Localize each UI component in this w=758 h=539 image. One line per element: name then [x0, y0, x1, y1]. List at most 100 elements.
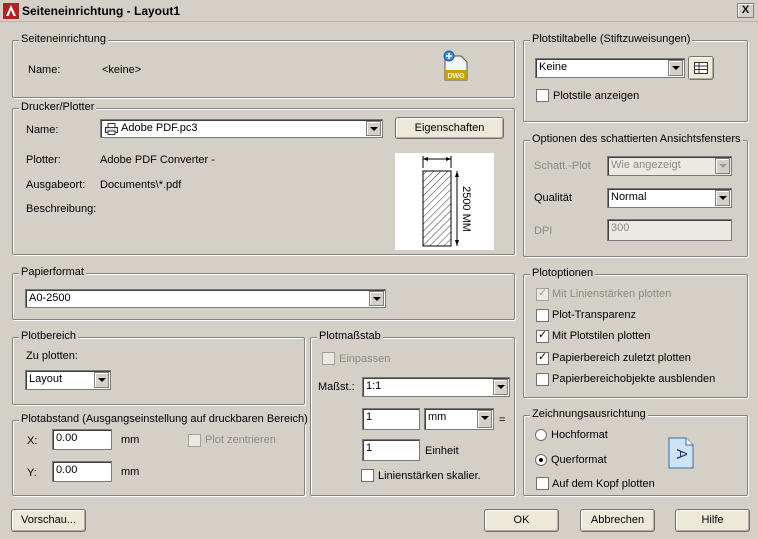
scale-lineweights-checkbox[interactable]: [361, 469, 374, 482]
offset-x-value: 0.00: [56, 432, 78, 444]
dpi-input[interactable]: 300: [607, 219, 732, 241]
display-plot-styles-checkbox[interactable]: [536, 89, 549, 102]
plot-upside-down-label: Auf dem Kopf plotten: [552, 478, 655, 490]
plot-upside-down-checkbox[interactable]: [536, 477, 549, 490]
edit-table-icon: [694, 62, 708, 74]
plot-lineweights-label: Mit Linienstärken plotten: [552, 288, 672, 300]
plot-style-value: Keine: [539, 61, 568, 73]
scale-numerator-value: 1: [366, 411, 373, 423]
chevron-down-icon[interactable]: [477, 410, 492, 428]
paper-size-select[interactable]: A0-2500: [25, 289, 386, 308]
scale-unit-value: mm: [428, 411, 447, 423]
display-plot-styles-label: Plotstile anzeigen: [553, 90, 640, 102]
offset-y-input[interactable]: 0.00: [52, 461, 112, 482]
window-title: Seiteneinrichtung - Layout1: [22, 4, 181, 18]
landscape-radio[interactable]: [535, 454, 547, 466]
offset-y-unit: mm: [121, 466, 140, 478]
dwg-icon-text: DWG: [447, 73, 465, 80]
scale-unit-select[interactable]: mm: [424, 408, 494, 430]
checkmark-icon: ✓: [538, 287, 548, 299]
plotter-label: Plotter:: [26, 154, 61, 166]
autocad-app-icon: [3, 3, 19, 19]
plot-what-value: Layout: [29, 373, 63, 385]
hide-paperspace-objects-label: Papierbereichobjekte ausblenden: [552, 373, 716, 385]
fit-to-paper-label: Einpassen: [339, 353, 391, 365]
location-label: Ausgabeort:: [26, 179, 86, 191]
unit-label: Einheit: [425, 445, 459, 457]
chevron-down-icon[interactable]: [366, 121, 381, 136]
plot-transparency-checkbox[interactable]: [536, 309, 549, 322]
portrait-label: Hochformat: [551, 429, 608, 441]
printer-name-select[interactable]: Adobe PDF.pc3: [100, 119, 383, 138]
plot-what-label: Zu plotten:: [26, 350, 78, 362]
plotter-value: Adobe PDF Converter -: [100, 154, 215, 166]
equals-sign: =: [499, 414, 506, 426]
offset-x-input[interactable]: 0.00: [52, 429, 112, 450]
printer-group-title: Drucker/Plotter: [19, 101, 97, 113]
chevron-down-icon[interactable]: [493, 379, 508, 395]
hide-paperspace-objects-checkbox[interactable]: [536, 373, 549, 386]
plot-with-styles-checkbox[interactable]: ✓: [536, 329, 549, 343]
scale-denominator-input[interactable]: 1: [362, 439, 420, 461]
scale-label: Maßst.:: [318, 381, 355, 393]
preview-button[interactable]: Vorschau...: [11, 509, 86, 532]
shade-plot-label: Schatt.-Plot: [534, 160, 591, 172]
landscape-page-icon: A: [668, 437, 694, 469]
printer-icon: [105, 123, 118, 135]
scale-value: 1:1: [366, 380, 382, 392]
quality-label: Qualität: [534, 192, 572, 204]
offset-x-label: X:: [27, 435, 38, 447]
shade-plot-value: Wie angezeigt: [611, 159, 681, 171]
chevron-down-icon[interactable]: [715, 190, 730, 206]
scale-lineweights-label: Linienstärken skalier.: [378, 470, 481, 482]
plot-lineweights-checkbox[interactable]: ✓: [536, 287, 549, 301]
scale-select[interactable]: 1:1: [362, 377, 510, 397]
paper-preview: 2500 MM: [395, 153, 494, 250]
ok-button[interactable]: OK: [484, 509, 559, 532]
quality-select[interactable]: Normal: [607, 188, 732, 208]
orientation-group-title: Zeichnungsausrichtung: [530, 408, 648, 420]
plot-what-select[interactable]: Layout: [25, 370, 111, 390]
plot-offset-group-title: Plotabstand (Ausgangseinstellung auf dru…: [19, 413, 310, 425]
plot-transparency-label: Plot-Transparenz: [552, 309, 636, 321]
fit-to-paper-checkbox[interactable]: [322, 352, 335, 365]
center-plot-label: Plot zentrieren: [205, 434, 276, 446]
paper-size-group-title: Papierformat: [19, 266, 86, 278]
description-label: Beschreibung:: [26, 203, 97, 215]
help-button[interactable]: Hilfe: [675, 509, 750, 532]
radio-selected-dot: [539, 458, 543, 462]
page-setup-name-value: <keine>: [102, 64, 142, 76]
paperspace-last-label: Papierbereich zuletzt plotten: [552, 352, 691, 364]
dwg-import-icon[interactable]: DWG: [442, 50, 470, 82]
orientation-letter: A: [673, 449, 690, 459]
quality-value: Normal: [611, 191, 647, 203]
dpi-label: DPI: [534, 225, 553, 237]
plot-style-table-group: Plotstiltabelle (Stiftzuweisungen): [523, 33, 748, 122]
scale-numerator-input[interactable]: 1: [362, 408, 420, 430]
landscape-label: Querformat: [551, 454, 607, 466]
printer-name-value: Adobe PDF.pc3: [121, 122, 198, 134]
chevron-down-icon[interactable]: [715, 158, 730, 174]
close-button[interactable]: X: [737, 3, 754, 18]
offset-x-unit: mm: [121, 434, 140, 446]
cancel-button[interactable]: Abbrechen: [580, 509, 655, 532]
offset-y-label: Y:: [27, 467, 37, 479]
edit-plot-style-button[interactable]: [688, 56, 714, 80]
plot-with-styles-label: Mit Plotstilen plotten: [552, 330, 651, 342]
chevron-down-icon[interactable]: [369, 291, 384, 306]
properties-button[interactable]: Eigenschaften: [395, 117, 504, 139]
center-plot-checkbox[interactable]: [188, 434, 201, 447]
plot-area-group-title: Plotbereich: [19, 330, 79, 342]
plot-style-select[interactable]: Keine: [535, 58, 685, 78]
plot-options-group-title: Plotoptionen: [530, 267, 596, 279]
portrait-radio[interactable]: [535, 429, 547, 441]
shade-plot-select[interactable]: Wie angezeigt: [607, 156, 732, 176]
plot-style-table-group-title: Plotstiltabelle (Stiftzuweisungen): [530, 33, 693, 45]
paperspace-last-checkbox[interactable]: ✓: [536, 351, 549, 365]
page-setup-name-label: Name:: [28, 64, 61, 76]
offset-y-value: 0.00: [56, 464, 78, 476]
page-setup-group-title: Seiteneinrichtung: [19, 33, 109, 45]
chevron-down-icon[interactable]: [668, 60, 683, 76]
printer-name-label: Name:: [26, 124, 59, 136]
chevron-down-icon[interactable]: [94, 372, 109, 388]
